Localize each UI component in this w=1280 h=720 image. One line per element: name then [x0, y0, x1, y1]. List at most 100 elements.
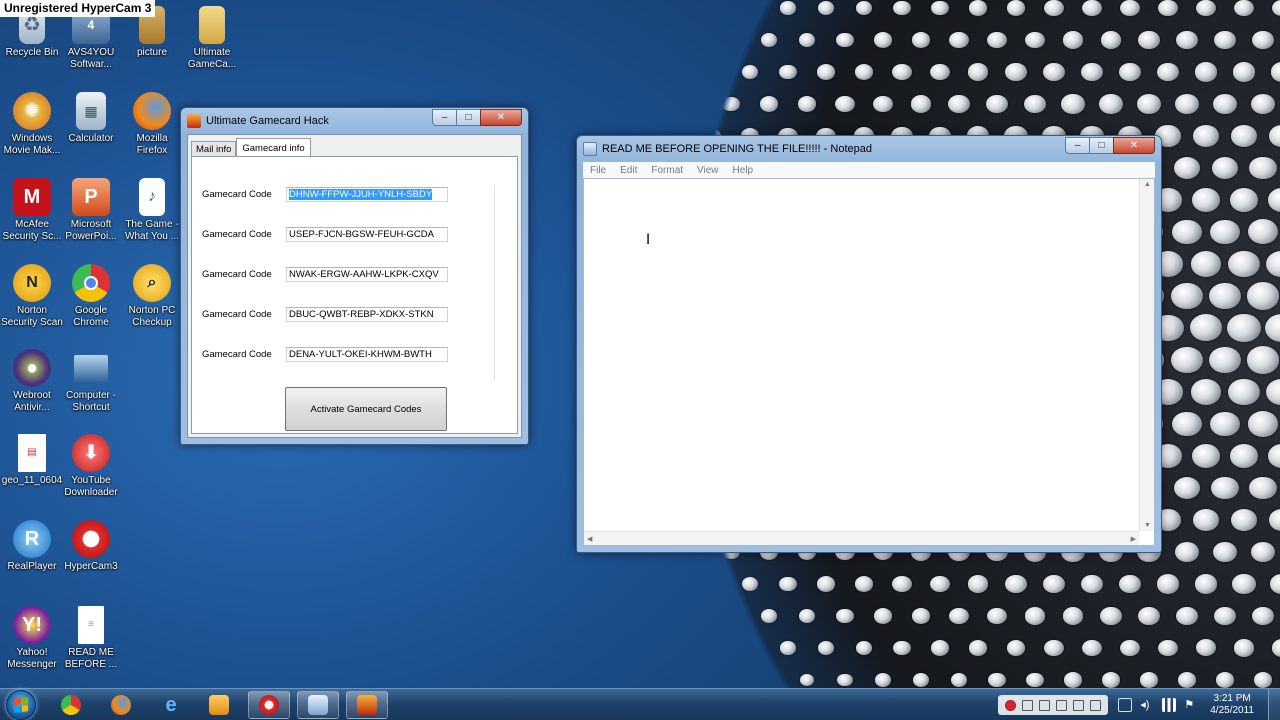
signal-icon[interactable]: [1162, 698, 1177, 712]
wallpaper-disc: [1157, 639, 1179, 657]
taskbar-internet-explorer[interactable]: e: [150, 691, 192, 719]
code-field-2[interactable]: USEP-FJCN-BGSW-FEUH-GCDA: [286, 227, 448, 242]
desktop-icon-norton-checkup[interactable]: ⌕ Norton PC Checkup: [120, 264, 184, 329]
desktop-icon-label: Windows Movie Mak...: [3, 133, 61, 156]
desktop-icon-ultimate-gamecard[interactable]: Ultimate GameCa...: [180, 6, 244, 71]
desktop-icon-computer[interactable]: Computer - Shortcut: [59, 349, 123, 414]
desktop-icon-movie-maker[interactable]: ✺ Windows Movie Mak...: [0, 92, 64, 157]
wallpaper-disc: [817, 641, 835, 655]
horizontal-scrollbar[interactable]: ◀ ▶: [584, 531, 1139, 545]
desktop-icon-firefox[interactable]: Mozilla Firefox: [120, 92, 184, 157]
close-button[interactable]: ✕: [1113, 137, 1155, 154]
action-center-flag-icon[interactable]: ⚑: [1184, 698, 1198, 712]
desktop-icon-webroot[interactable]: ● Webroot Antivir...: [0, 349, 64, 414]
desktop-icon-realplayer[interactable]: R RealPlayer: [0, 520, 64, 573]
desktop-icon-yahoo-messenger[interactable]: Y! Yahoo! Messenger: [0, 606, 64, 671]
wallpaper-disc: [1227, 314, 1261, 342]
code-row: Gamecard Code DENA-YULT-OKEI-KHWM-BWTH: [202, 347, 448, 362]
wallpaper-disc: [1249, 476, 1277, 500]
wallpaper-disc: [560, 3, 566, 13]
desktop-icon-calculator[interactable]: ▦ Calculator: [59, 92, 123, 145]
clock[interactable]: 3:21 PM 4/25/2011: [1210, 693, 1254, 717]
wallpaper-disc: [1232, 62, 1256, 82]
desktop-icon-hypercam[interactable]: HyperCam3: [59, 520, 123, 573]
app-icon: [187, 114, 201, 128]
wallpaper-disc: [667, 642, 681, 654]
minimize-button[interactable]: –: [1065, 137, 1090, 154]
code-field-5[interactable]: DENA-YULT-OKEI-KHWM-BWTH: [286, 347, 448, 362]
wallpaper-disc: [1194, 62, 1218, 82]
scroll-up-icon[interactable]: ▲: [1144, 181, 1151, 188]
menu-view[interactable]: View: [690, 165, 726, 176]
wallpaper-disc: [950, 672, 968, 688]
wallpaper-disc: [704, 2, 720, 14]
scroll-down-icon[interactable]: ▼: [1144, 522, 1151, 529]
screen-icon[interactable]: [1073, 699, 1085, 711]
maximize-button[interactable]: □: [1089, 137, 1114, 154]
wallpaper-disc: [1270, 574, 1280, 594]
hack-window-title: Ultimate Gamecard Hack: [206, 115, 329, 127]
clock-date: 4/25/2011: [1210, 705, 1254, 716]
powerpoint-icon: P: [72, 178, 110, 216]
wallpaper-disc: [560, 66, 567, 78]
desktop-icon-norton-scan[interactable]: N Norton Security Scan: [0, 264, 64, 329]
activate-codes-button[interactable]: Activate Gamecard Codes: [285, 387, 447, 431]
scroll-right-icon[interactable]: ▶: [1131, 535, 1136, 543]
tab-gamecard-info[interactable]: Gamecard info: [236, 138, 311, 158]
desktop-icon-label: picture: [136, 47, 167, 58]
menu-file[interactable]: File: [583, 165, 613, 176]
desktop-icon-mcafee[interactable]: M McAfee Security Sc...: [0, 178, 64, 243]
wallpaper-disc: [1229, 188, 1259, 212]
taskbar-media-player[interactable]: [198, 691, 240, 719]
desktop-icon-readme[interactable]: ≡ READ ME BEFORE ...: [59, 606, 123, 671]
code-field-4[interactable]: DBUC-QWBT-REBP-XDKX-STKN: [286, 307, 448, 322]
wallpaper-disc: [560, 514, 568, 526]
taskbar-notepad[interactable]: [297, 691, 339, 719]
wallpaper-disc: [1252, 30, 1274, 50]
code-field-3[interactable]: NWAK-ERGW-AAHW-LKPK-CXQV: [286, 267, 448, 282]
settings-icon[interactable]: [1056, 699, 1068, 711]
wallpaper-disc: [629, 2, 643, 14]
desktop-icon-powerpoint[interactable]: P Microsoft PowerPoi...: [59, 178, 123, 243]
taskbar-firefox[interactable]: [100, 691, 142, 719]
close-button[interactable]: ✕: [480, 109, 522, 126]
movie-maker-icon: ✺: [13, 92, 51, 130]
pause-icon[interactable]: [1039, 699, 1051, 711]
network-icon[interactable]: [1118, 698, 1133, 712]
wallpaper-disc: [797, 96, 817, 112]
hypercam-toolbar[interactable]: [998, 695, 1109, 715]
record-icon[interactable]: [1005, 699, 1017, 711]
wallpaper-disc: [1173, 156, 1201, 180]
wallpaper-disc: [1265, 313, 1280, 343]
wallpaper-disc: [1270, 62, 1280, 82]
wallpaper-disc: [741, 64, 759, 80]
desktop-icon-youtube-downloader[interactable]: ⬇ YouTube Downloader: [59, 434, 123, 499]
wallpaper-disc: [647, 610, 663, 622]
maximize-button[interactable]: □: [456, 109, 481, 126]
wallpaper-disc: [1044, 639, 1064, 657]
taskbar-hypercam[interactable]: [248, 691, 290, 719]
scroll-left-icon[interactable]: ◀: [587, 535, 592, 543]
code-field-1[interactable]: DHNW-FFPW-JJUH-YNLH-SBDY: [286, 187, 448, 202]
taskbar-gamecard-hack[interactable]: [346, 691, 388, 719]
desktop-icon-mp3[interactable]: ♪ The Game - What You ...: [120, 178, 184, 243]
show-desktop-button[interactable]: [1268, 689, 1280, 720]
volume-icon[interactable]: ◂): [1140, 698, 1154, 712]
menu-help[interactable]: Help: [726, 165, 761, 176]
wallpaper-disc: [911, 608, 931, 624]
options-icon[interactable]: [1090, 699, 1102, 711]
menu-format[interactable]: Format: [644, 165, 690, 176]
notepad-text-area[interactable]: I ▲ ▼ ◀ ▶: [583, 178, 1155, 546]
wallpaper-disc: [591, 642, 605, 654]
text-file-icon: ≡: [78, 606, 104, 644]
stop-icon[interactable]: [1022, 699, 1034, 711]
menu-edit[interactable]: Edit: [613, 165, 644, 176]
desktop-icon-chrome[interactable]: Google Chrome: [59, 264, 123, 329]
vertical-scrollbar[interactable]: ▲ ▼: [1139, 179, 1154, 531]
wallpaper-disc: [1232, 574, 1256, 594]
desktop-icon-geo[interactable]: ▤ geo_11_0604: [0, 434, 64, 487]
minimize-button[interactable]: –: [432, 109, 457, 126]
start-button[interactable]: [6, 690, 36, 720]
taskbar-chrome[interactable]: [50, 691, 92, 719]
code-label: Gamecard Code: [202, 229, 272, 240]
